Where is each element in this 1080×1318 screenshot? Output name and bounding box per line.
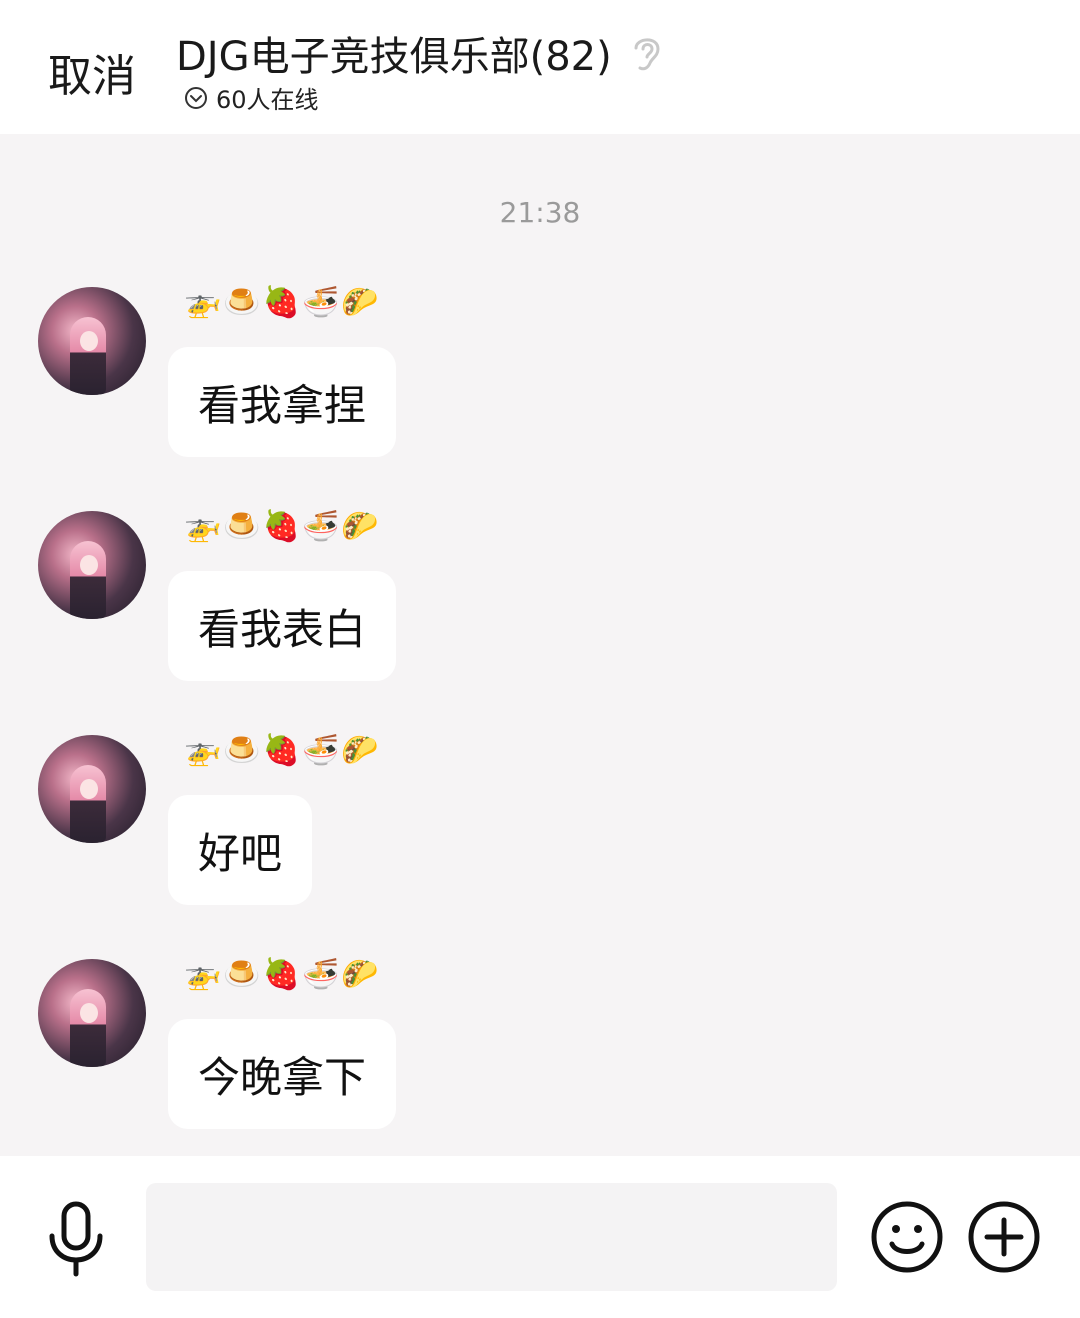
sender-nickname: 🚁🍮🍓🍜🌮 — [184, 285, 381, 320]
ear-icon[interactable] — [630, 32, 664, 74]
message-timestamp: 21:38 — [499, 196, 581, 229]
message-item: 🚁🍮🍓🍜🌮 看我拿捏 — [0, 269, 1080, 469]
message-bubble[interactable]: 今晚拿下 — [168, 1019, 397, 1129]
message-input[interactable] — [146, 1183, 837, 1291]
plus-circle-icon[interactable] — [967, 1200, 1041, 1274]
message-bubble[interactable]: 看我拿捏 — [168, 347, 397, 457]
avatar[interactable] — [38, 959, 146, 1067]
smiley-icon[interactable] — [870, 1200, 944, 1274]
message-item: 🚁🍮🍓🍜🌮 好吧 — [0, 717, 1080, 917]
message-bubble[interactable]: 看我表白 — [168, 571, 397, 681]
sender-nickname: 🚁🍮🍓🍜🌮 — [184, 509, 381, 544]
message-item: 🚁🍮🍓🍜🌮 看我表白 — [0, 493, 1080, 693]
message-item: 🚁🍮🍓🍜🌮 今晚拿下 — [0, 941, 1080, 1141]
avatar[interactable] — [38, 287, 146, 395]
message-bubble[interactable]: 好吧 — [168, 795, 313, 905]
group-title[interactable]: DJG电子竞技俱乐部(82) — [176, 24, 612, 82]
message-list[interactable]: 21:38 🚁🍮🍓🍜🌮 看我拿捏 🚁🍮🍓🍜🌮 看我表白 🚁🍮🍓🍜🌮 好吧 🚁🍮🍓… — [0, 134, 1080, 1156]
avatar[interactable] — [38, 735, 146, 843]
input-bar — [0, 1156, 1080, 1318]
sender-nickname: 🚁🍮🍓🍜🌮 — [184, 733, 381, 768]
online-status[interactable]: 60人在线 — [184, 80, 319, 115]
cancel-button[interactable]: 取消 — [48, 40, 136, 104]
online-count: 60人在线 — [216, 86, 319, 114]
chat-header: 取消 DJG电子竞技俱乐部(82) 60人在线 — [0, 0, 1080, 134]
title-row: DJG电子竞技俱乐部(82) — [176, 24, 664, 82]
microphone-icon[interactable] — [44, 1200, 108, 1280]
chevron-circle-down-icon — [184, 86, 208, 110]
sender-nickname: 🚁🍮🍓🍜🌮 — [184, 957, 381, 992]
avatar[interactable] — [38, 511, 146, 619]
